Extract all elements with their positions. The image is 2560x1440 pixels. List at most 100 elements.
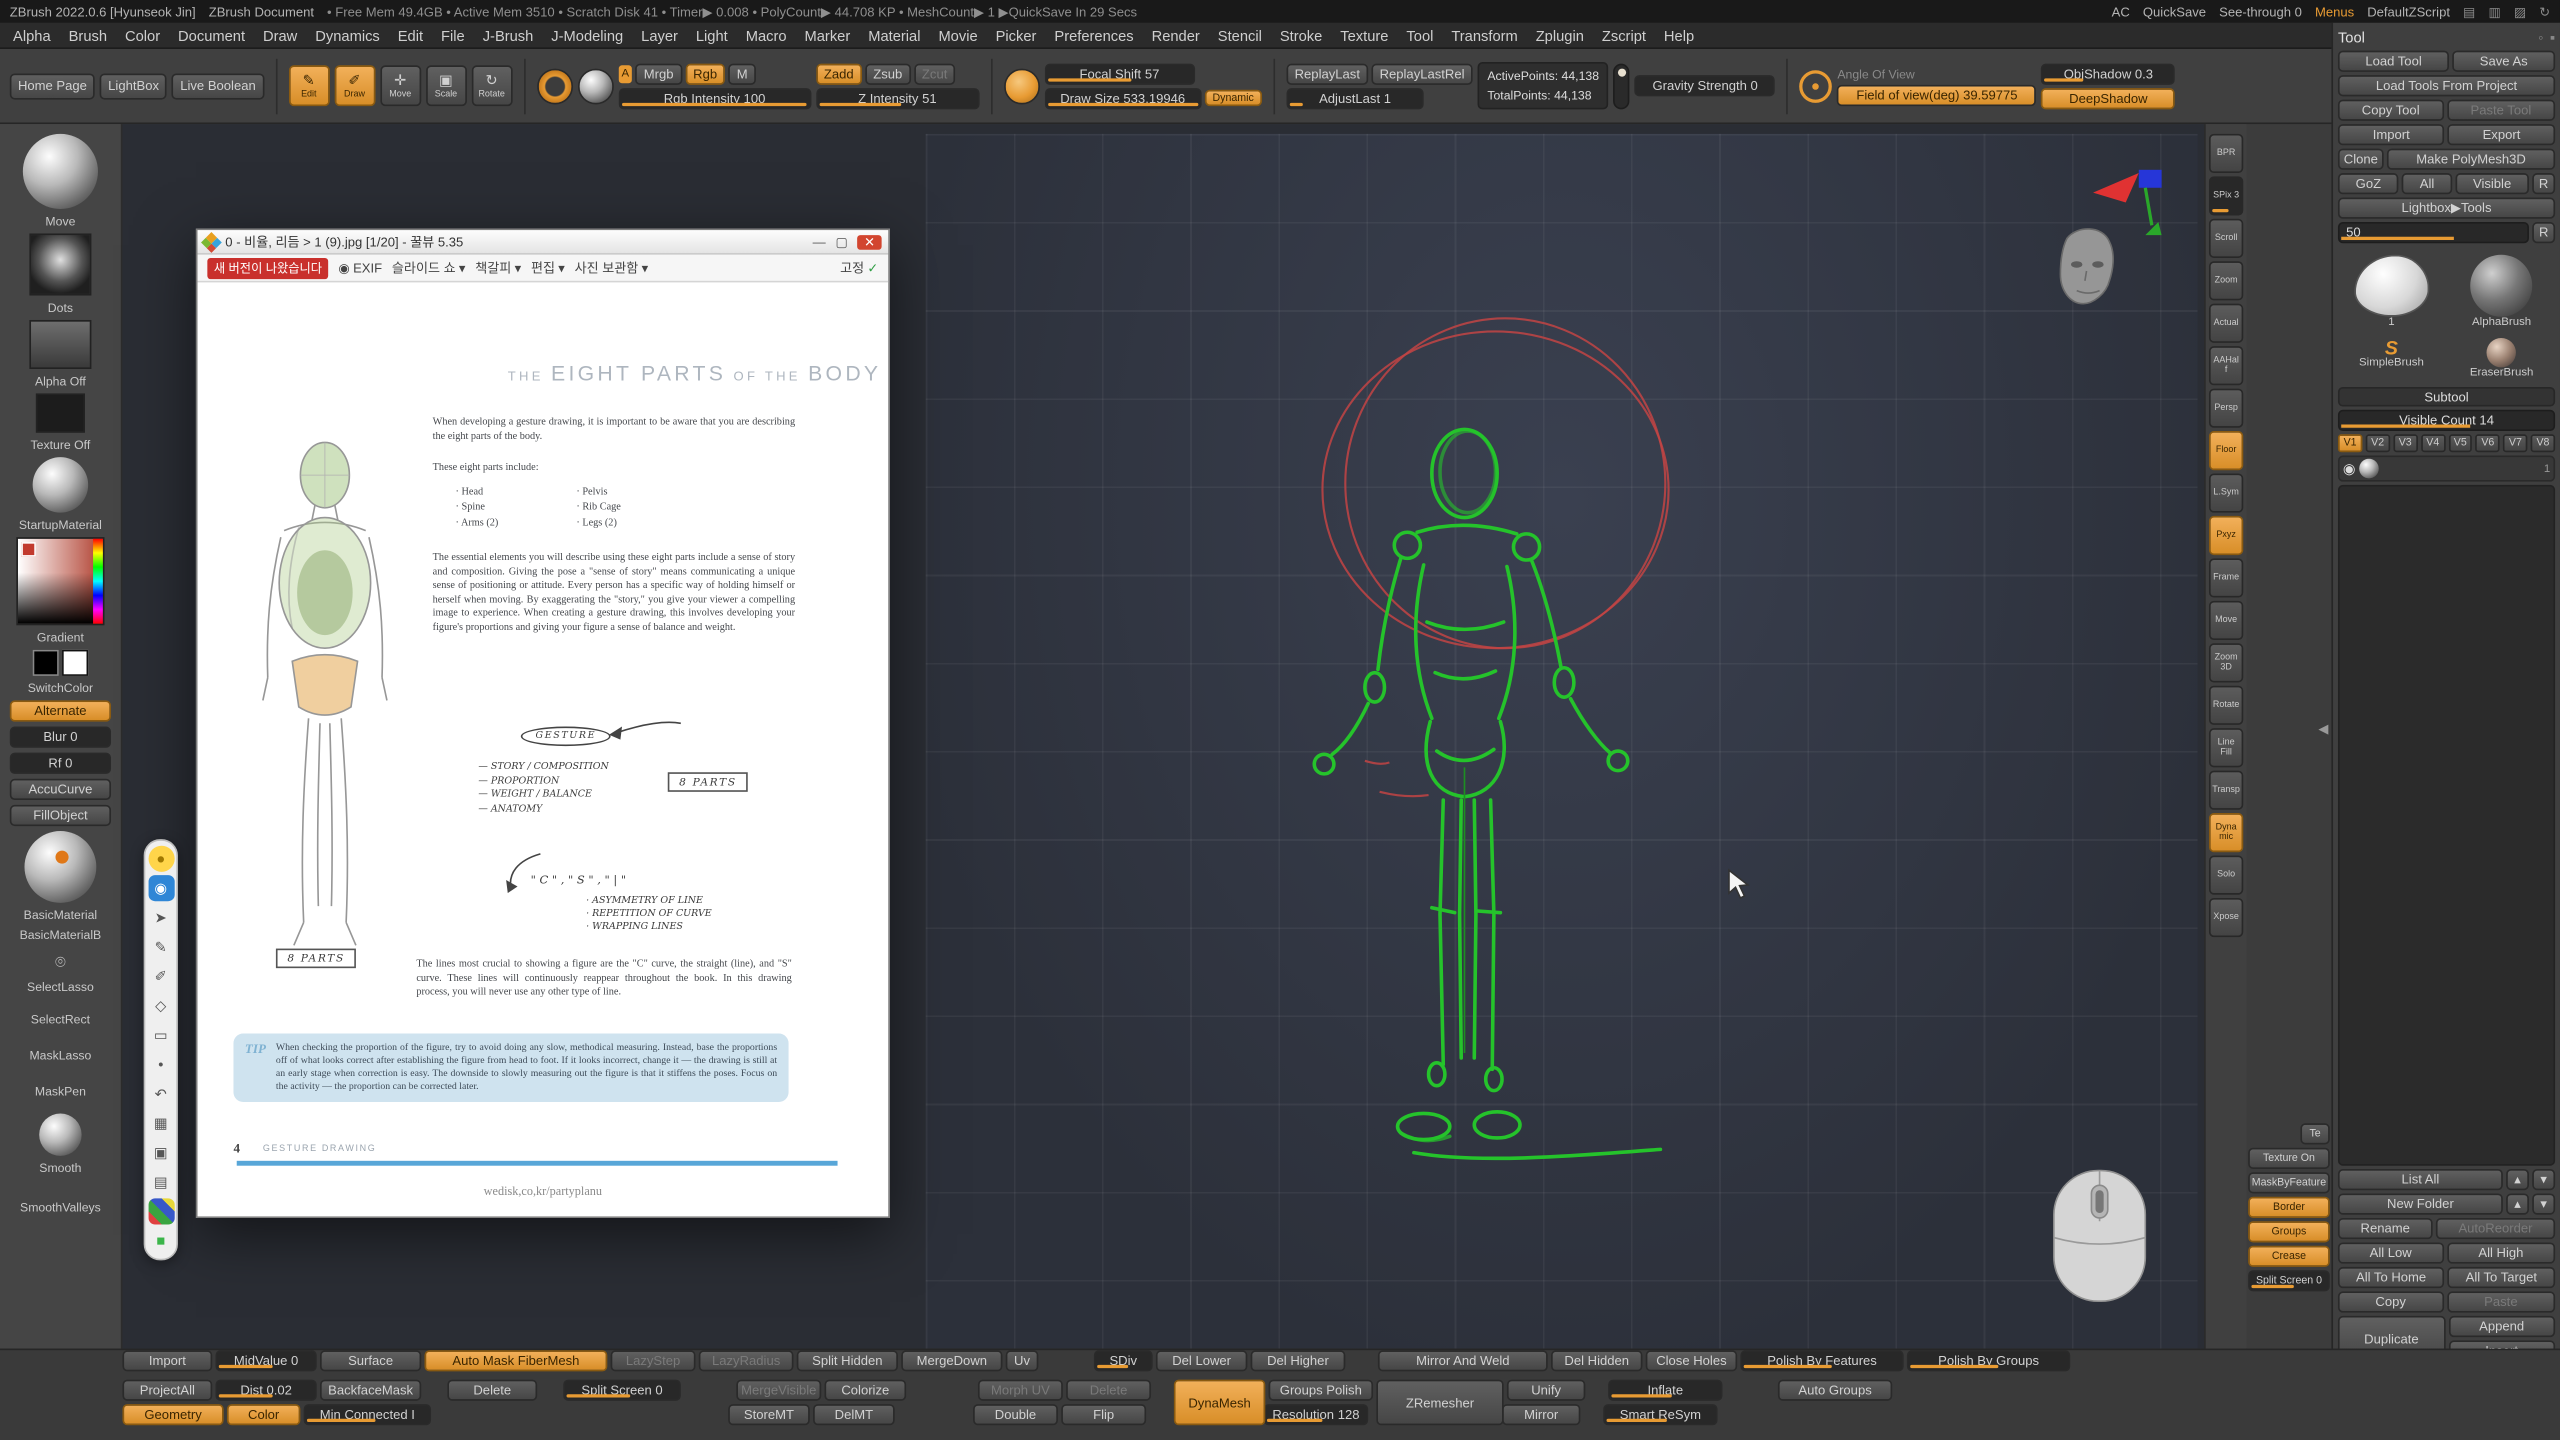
bottom-tray-button[interactable]: Flip [1061,1404,1146,1425]
pxyz-button[interactable]: Pxyz [2209,516,2243,555]
zoom3d-button[interactable]: Zoom3D [2209,643,2243,682]
menu-item[interactable]: Tool [1406,27,1433,43]
menu-item[interactable]: Document [178,27,245,43]
bottom-tray-button[interactable]: Geometry [122,1404,223,1425]
bottom-tray-button[interactable]: Auto Mask FiberMesh [424,1350,607,1371]
z-intensity-slider[interactable]: Z Intensity 51 [816,87,979,108]
see-through-slider[interactable]: See-through 0 [2219,4,2302,19]
bottom-tray-button[interactable]: Auto Groups [1778,1380,1892,1401]
all-low-button[interactable]: All Low [2338,1242,2443,1263]
update-badge[interactable]: 새 버전이 나왔습니다 [207,257,328,278]
maximize-button[interactable]: ▢ [835,234,847,249]
palette-icon[interactable] [148,1198,174,1224]
bottom-tray-button[interactable]: Del Hidden [1551,1350,1642,1371]
goz-r-button[interactable]: R [2532,173,2555,194]
mrgb-button[interactable]: Mrgb [636,63,682,84]
copy-tool-button[interactable]: Copy Tool [2338,100,2443,121]
home-page-button[interactable]: Home Page [10,73,95,99]
draw-size-icon[interactable] [1004,68,1040,104]
focal-shift-slider[interactable]: Focal Shift 57 [1044,63,1194,84]
rename-button[interactable]: Rename [2338,1218,2433,1239]
smooth-valleys-item[interactable]: SmoothValleys [20,1200,101,1215]
fov-slider[interactable]: Field of view(deg) 39.59775 [1837,84,2036,105]
hue-strip[interactable] [93,539,103,624]
bottom-tray-button[interactable]: ProjectAll [122,1380,212,1401]
viewer-titlebar[interactable]: 0 - 비율, 리듬 > 1 (9).jpg [1/20] - 꿀뷰 5.35 … [198,230,889,254]
basic-material-thumb[interactable] [24,831,96,903]
linefill-button[interactable]: Line Fill [2209,728,2243,767]
move-button[interactable]: Move [2209,601,2243,640]
undo-icon[interactable]: ↶ [148,1081,174,1107]
goz-visible-button[interactable]: Visible [2455,173,2529,194]
alternate-button[interactable]: Alternate [10,700,111,721]
current-brush-thumb[interactable] [23,134,98,209]
color-swatch-icon[interactable]: ■ [148,1228,174,1254]
titlebar-icon[interactable]: ▨ [2514,4,2526,19]
image-icon[interactable]: ▤ [148,1169,174,1195]
lightbulb-icon[interactable]: ● [148,846,174,872]
menu-item[interactable]: Stroke [1280,27,1322,43]
load-tool-button[interactable]: Load Tool [2338,51,2449,72]
edit-mode-button[interactable]: ✎Edit [288,65,329,106]
autoreorder-button[interactable]: AutoReorder [2436,1218,2555,1239]
folder-down-button[interactable]: ▾ [2532,1193,2555,1214]
menu-item[interactable]: Picker [996,27,1037,43]
subtool-tab-v7[interactable]: V7 [2503,434,2527,452]
scroll-button[interactable]: Scroll [2209,219,2243,258]
bottom-tray-button[interactable]: Close Holes [1646,1350,1737,1371]
bottom-tray-button[interactable]: Unify [1507,1380,1585,1401]
spix-slider[interactable]: SPix 3 [2209,176,2243,215]
xpose-button[interactable]: Xpose [2209,898,2243,937]
rgb-button[interactable]: Rgb [685,63,725,84]
move-down-button[interactable]: ▾ [2532,1169,2555,1190]
bottom-tray-button[interactable]: SDiv [1094,1350,1153,1371]
eraser-brush-thumb[interactable] [2487,338,2516,367]
bpr-button[interactable]: BPR [2209,134,2243,173]
image-viewer-window[interactable]: 0 - 비율, 리듬 > 1 (9).jpg [1/20] - 꿀뷰 5.35 … [196,229,890,1218]
menu-item[interactable]: Macro [746,27,787,43]
exif-button[interactable]: ◉EXIF [338,260,382,275]
default-zscript-button[interactable]: DefaultZScript [2367,4,2450,19]
zoom-button[interactable]: Zoom [2209,261,2243,300]
subtool-list[interactable] [2338,485,2555,1166]
clone-button[interactable]: Clone [2338,149,2384,170]
material-preview-button[interactable] [577,68,613,104]
menu-item[interactable]: Color [125,27,160,43]
zsub-button[interactable]: Zsub [865,63,910,84]
bottom-tray-button[interactable]: MidValue 0 [216,1350,317,1371]
current-tool-cell[interactable]: 1 [2338,254,2445,327]
move-mode-button[interactable]: ✛Move [380,65,421,106]
stroke-thumb[interactable] [29,233,91,295]
cursor-icon[interactable]: ➤ [148,904,174,930]
export-button[interactable]: Export [2448,124,2555,145]
clear-icon[interactable]: ▦ [148,1110,174,1136]
draw-mode-button[interactable]: ✐Draw [334,65,375,106]
bottom-tray-button[interactable]: Polish By Features [1740,1350,1903,1371]
dot-icon[interactable]: • [148,1051,174,1077]
menu-item[interactable]: Draw [263,27,297,43]
alpha-thumb[interactable] [29,320,91,369]
subtool-tab-v8[interactable]: V8 [2531,434,2555,452]
menu-item[interactable]: Zplugin [1536,27,1584,43]
bottom-tray-button[interactable]: LazyStep [611,1350,696,1371]
edit-menu[interactable]: 편집▾ [531,259,565,277]
save-as-button[interactable]: Save As [2452,51,2555,72]
alpha-brush-cell[interactable]: AlphaBrush [2448,254,2555,327]
simple-brush-cell[interactable]: S SimpleBrush [2338,338,2445,384]
bottom-tray-button[interactable]: DynaMesh [1174,1380,1265,1426]
list-all-button[interactable]: List All [2338,1169,2503,1190]
menu-item[interactable]: Marker [805,27,851,43]
import-button[interactable]: Import [2338,124,2445,145]
lightbox-tools-button[interactable]: Lightbox▶Tools [2338,198,2555,219]
select-lasso-item[interactable]: SelectLasso [27,980,94,995]
subtool-thumb[interactable] [2359,459,2379,479]
bottom-tray-button[interactable]: Double [973,1404,1058,1425]
basic-material-b-item[interactable]: BasicMaterialB [20,927,102,942]
menu-item[interactable]: Dynamics [315,27,380,43]
blur-slider[interactable]: Blur 0 [10,727,111,748]
rotate-button[interactable]: Rotate [2209,686,2243,725]
bottom-tray-button[interactable]: Import [122,1350,212,1371]
slideshow-menu[interactable]: 슬라이드 쇼▾ [392,259,466,277]
alt-color-swatch[interactable] [62,650,88,676]
brush-stamp-button[interactable] [537,68,573,104]
